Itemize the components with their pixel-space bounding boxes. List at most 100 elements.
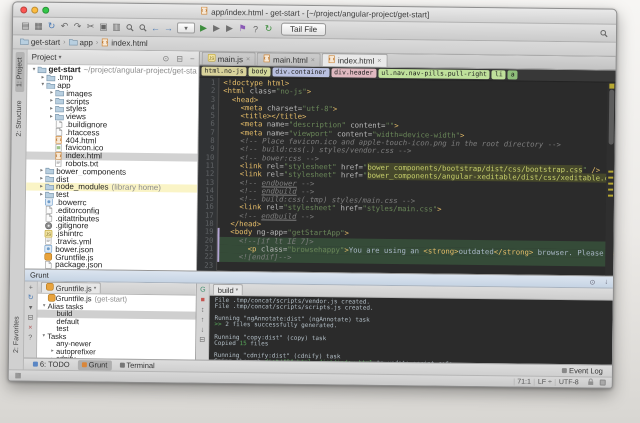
close-icon[interactable]: × — [311, 56, 315, 63]
zoom-window-button[interactable] — [42, 7, 49, 14]
grunt-file-icon — [44, 253, 54, 261]
tag-chip-ul-nav-nav-pills-pull-right[interactable]: ul.nav.nav-pills.pull-right — [378, 69, 490, 79]
project-panel: Project ▾ ⊙⊟− ▾get-start~/project/angula… — [25, 50, 200, 271]
chevron-down-icon[interactable]: ▾ — [40, 333, 47, 339]
folder-file-icon — [55, 105, 65, 113]
toolbar-replace-button[interactable] — [136, 20, 149, 34]
close-icon[interactable]: × — [28, 324, 32, 332]
chevron-down-icon[interactable]: ▾ — [59, 53, 62, 60]
prev-message-icon[interactable]: ↑ — [201, 316, 205, 324]
restore-layout-icon[interactable]: ↕ — [201, 306, 205, 314]
editor-scrollbar[interactable] — [605, 83, 615, 276]
text-file-icon — [54, 159, 64, 167]
hector-icon[interactable] — [600, 380, 606, 386]
chevron-right-icon[interactable]: ▸ — [38, 168, 45, 174]
tag-chip-div-header[interactable]: div.header — [331, 68, 376, 78]
folder-file-icon — [55, 97, 65, 105]
inspection-status-icon[interactable] — [609, 84, 614, 89]
window-controls — [20, 6, 49, 13]
toolbar-help-button[interactable]: ? — [249, 22, 262, 36]
tag-chip-a[interactable]: a — [508, 70, 518, 79]
stripe-tab----project[interactable]: 1: Project — [15, 52, 24, 92]
toolbar-paste-button[interactable]: ▥ — [110, 20, 123, 34]
tag-chip-li[interactable]: li — [492, 70, 506, 79]
breadcrumb-item-app[interactable]: app — [68, 38, 92, 48]
toolbar-open-button[interactable]: ▤ — [19, 19, 32, 33]
collapse-all-icon[interactable]: ⊟ — [176, 54, 183, 63]
build-console-tab[interactable]: build ▾ — [213, 284, 244, 295]
search-everywhere-icon[interactable] — [597, 26, 610, 40]
scrollbar-thumb[interactable] — [609, 90, 615, 145]
chevron-right-icon[interactable]: ▸ — [48, 90, 55, 96]
stripe-tab----favorites[interactable]: 2: Favorites — [11, 312, 21, 359]
toolbar-coverage-button[interactable]: ▶ — [223, 21, 236, 35]
html-file-icon — [328, 55, 336, 65]
toolbar-synchronize-button[interactable]: ↻ — [45, 19, 58, 33]
editor-tab-main-js[interactable]: JSmain.js× — [202, 52, 257, 66]
toolbar-run-button[interactable]: ▶ — [197, 21, 210, 35]
filter-icon[interactable]: ▾ — [29, 304, 33, 312]
toolbar-cut-button[interactable]: ✂ — [84, 20, 97, 34]
stripe-tab----structure[interactable]: 2: Structure — [14, 95, 24, 141]
gruntfile-tab[interactable]: Gruntfile.js ▾ — [41, 282, 102, 294]
folder-file-icon — [45, 167, 55, 175]
hide-icon[interactable]: ↓ — [604, 278, 608, 286]
file-file-icon — [55, 128, 65, 136]
tag-chip-html-no-js[interactable]: html.no-js — [201, 67, 246, 77]
tag-chip-div-container[interactable]: div.container — [272, 67, 329, 77]
build-console-output[interactable]: File .tmp/concat/scripts/vendor.js creat… — [209, 296, 613, 365]
stop-icon[interactable]: ■ — [201, 296, 205, 304]
tool-window-switcher-icon[interactable]: ▦ — [15, 371, 22, 379]
settings-icon[interactable]: ⊙ — [590, 278, 596, 286]
toolbar-find-button[interactable] — [123, 20, 136, 34]
toolbar-profiler-button[interactable]: ⚑ — [236, 22, 249, 36]
close-icon[interactable]: × — [246, 56, 250, 63]
minimize-window-button[interactable] — [31, 7, 38, 14]
close-window-button[interactable] — [20, 6, 27, 13]
next-message-icon[interactable]: ↓ — [201, 326, 205, 334]
settings-icon[interactable]: ⊙ — [163, 54, 170, 63]
toolbar-back-button[interactable]: ← — [149, 20, 162, 34]
editor-tab-main-html[interactable]: main.html× — [257, 52, 321, 66]
tool-window-button----todo[interactable]: 6: TODO — [29, 359, 74, 370]
reload-tasks-icon[interactable]: ↻ — [28, 294, 34, 302]
rerun-grunt-icon[interactable]: G — [200, 286, 206, 294]
hide-icon[interactable]: − — [190, 54, 195, 63]
editor-area: JSmain.js×main.html×index.html× html.no-… — [197, 52, 616, 276]
code-editor[interactable]: <!doctype html><html class="no-js"> <hea… — [217, 78, 615, 276]
breadcrumb-separator: › — [63, 39, 65, 46]
tool-window-button-grunt[interactable]: Grunt — [78, 360, 112, 370]
folder-file-icon — [46, 81, 56, 89]
toolbar-copy-button[interactable]: ▣ — [97, 20, 110, 34]
collapse-all-icon[interactable]: ⊟ — [27, 314, 33, 322]
encoding[interactable]: UTF-8 — [555, 378, 582, 385]
line-separator[interactable]: LF ÷ — [534, 378, 555, 385]
soft-wrap-icon[interactable]: ⊟ — [199, 336, 205, 344]
toolbar-debug-button[interactable]: ▶ — [210, 21, 223, 35]
toolbar-save-all-button[interactable]: ▦ — [32, 19, 45, 33]
toolbar-forward-button[interactable]: → — [162, 21, 175, 35]
add-task-icon[interactable]: + — [29, 284, 33, 292]
breadcrumb-item-get-start[interactable]: get-start — [20, 37, 60, 47]
folder-file-icon — [46, 73, 56, 81]
toolbar-run-config-button[interactable]: ▾ — [177, 22, 195, 33]
close-icon[interactable]: × — [377, 57, 381, 64]
editor-tab-index-html[interactable]: index.html× — [322, 53, 388, 67]
project-panel-title[interactable]: Project — [32, 52, 57, 61]
toolbar-redo-button[interactable]: ↷ — [71, 20, 84, 34]
tree-item-extra: ~/project/angular-project/get-sta — [83, 66, 196, 76]
text-file-icon — [44, 237, 54, 245]
help-icon[interactable]: ? — [28, 334, 32, 342]
toolbar-update-button[interactable]: ↻ — [262, 22, 275, 36]
caret-position[interactable]: 71:1 — [513, 378, 534, 385]
grunt-tool-window: Grunt ⊙ ↓ + ↻ ▾ ⊟ ×? Gruntfile.js ▾ — [24, 268, 613, 364]
lock-icon[interactable] — [588, 378, 594, 387]
file-icon — [200, 7, 208, 17]
tool-window-button-terminal[interactable]: Terminal — [115, 360, 158, 371]
tail-file-button[interactable]: Tail File — [281, 23, 326, 37]
breadcrumb-item-index.html[interactable]: index.html — [101, 38, 148, 49]
tool-window-button-event-log[interactable]: Event Log — [558, 366, 607, 377]
grunt-header-title: Grunt — [30, 271, 49, 280]
tag-chip-body[interactable]: body — [249, 67, 271, 76]
toolbar-undo-button[interactable]: ↶ — [58, 19, 71, 33]
